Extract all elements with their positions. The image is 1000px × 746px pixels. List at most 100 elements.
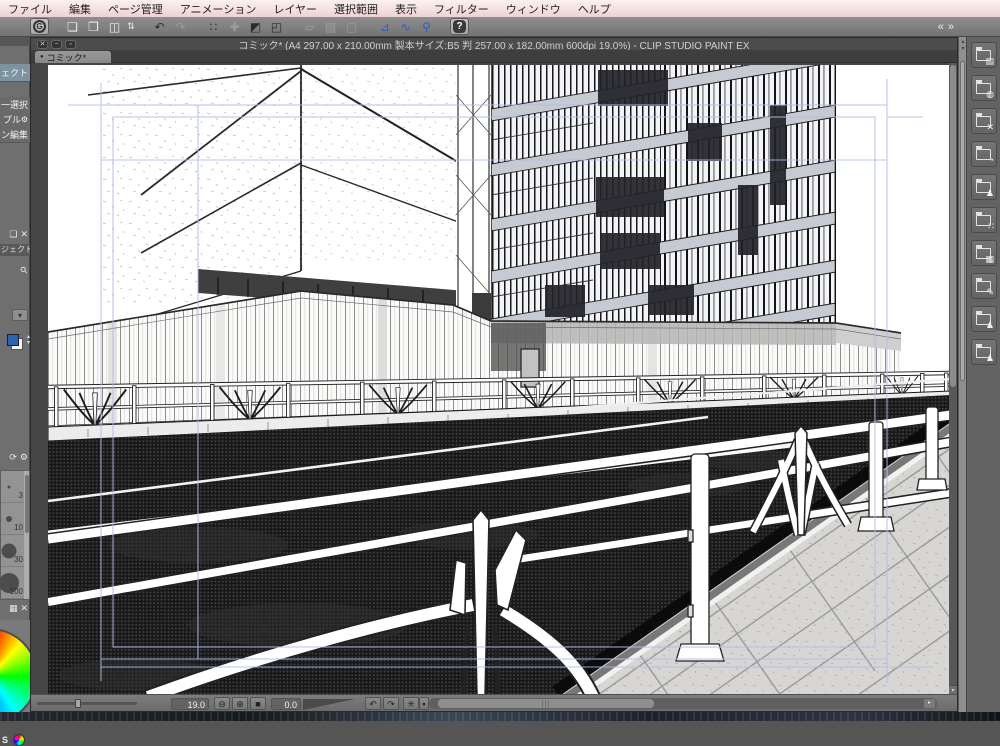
material-bar: ▤ ◍ ✕ ◔ ♟ ∷ ▦ ✎ ♟ ♟ [966,37,1000,712]
undo-icon: ↶ [154,19,165,34]
menu-edit[interactable]: 編集 [69,1,91,17]
settings-icon[interactable]: ⚙ [20,452,28,463]
dropdown-caret-icon[interactable]: ▾ [12,309,28,321]
property-dropdown-row: ▾ [0,309,30,323]
menu-layer[interactable]: レイヤー [273,1,317,17]
object-picker-icon: ◩ [249,19,262,34]
right-panel-scroll-strip[interactable]: ▴ ▾ [958,37,966,712]
refresh-icon[interactable]: ⟳ [9,452,17,463]
vscroll-thumb[interactable] [950,65,956,387]
material-button-scatter[interactable]: ∷ [971,207,997,233]
snap-curve-button[interactable]: ∿ [396,18,415,35]
material-button-edit[interactable]: ✎ [971,273,997,299]
snap-ruler-button[interactable]: ⊿ [375,18,394,35]
tab-comic[interactable]: ● コミック* [35,51,111,63]
subtool-label: ン編集 [0,130,28,140]
left-panel-header [0,37,30,46]
fit-to-window-button[interactable]: ■ [250,697,266,710]
reset-rotation-button[interactable]: ✳ [403,697,419,710]
grid-icon[interactable]: ▦ [9,603,18,614]
menu-page-manage[interactable]: ページ管理 [108,1,163,17]
open-file-button[interactable]: ❒ [84,18,103,35]
close-icon[interactable]: ✕ [37,39,48,49]
transform-button[interactable]: ◰ [267,18,286,35]
material-button-list[interactable]: ▤ [971,42,997,68]
hscroll-thumb[interactable]: ||| [438,699,654,708]
sphere-icon: ◔ [988,155,994,165]
hscroll-right-icon[interactable]: ▸ [924,699,935,708]
material-button-pose1[interactable]: ♟ [971,306,997,332]
subtool-item-line-edit[interactable]: ン編集 [0,127,30,143]
menu-view[interactable]: 表示 [395,1,417,17]
document-titlebar[interactable]: ✕ − ▫ コミック* (A4 297.00 x 210.00mm 製本サイズ:… [31,38,957,52]
rotation-value: 0.0 [271,697,301,710]
save-file-button[interactable]: ◫ [105,18,124,35]
move-button[interactable]: ✚ [225,18,244,35]
menu-window[interactable]: ウィンドウ [506,1,561,17]
menu-animation[interactable]: アニメーション [180,1,257,17]
zoom-slider-thumb[interactable] [75,699,81,708]
hscroll-grip-icon: ||| [541,701,551,708]
desktop-wallpaper-sliver [0,712,1000,721]
material-button-figure[interactable]: ♟ [971,174,997,200]
canvas-horizontal-scrollbar[interactable]: ||| ▸ [429,698,937,709]
rotate-ccw-button[interactable]: ↶ [365,697,381,710]
material-button-sphere[interactable]: ◔ [971,141,997,167]
snap-special-ruler-button[interactable]: ⚲ [417,18,436,35]
canvas-area[interactable] [31,63,951,696]
toolbar-collapse-right-icon[interactable]: » [948,21,954,33]
material-button-image[interactable]: ▦ [971,240,997,266]
subtool-item-object[interactable]: ェクト [0,64,30,82]
subtool-label: ェクト [0,68,28,78]
new-file-button[interactable]: ❏ [63,18,82,35]
mask-button-1[interactable]: ▱ [300,18,319,35]
open-file-icon: ❒ [88,19,99,34]
help-button[interactable]: ? [450,18,469,35]
snapshot-button[interactable]: ∷ [204,18,223,35]
transform-icon: ◰ [270,19,283,34]
rotation-slider[interactable] [303,699,355,710]
reset-view-button[interactable]: ▪ [419,697,429,710]
maximize-icon[interactable]: ▫ [65,39,76,49]
material-button-globe[interactable]: ◍ [971,75,997,101]
color-wheel-icon[interactable] [13,734,25,746]
color-wheel[interactable] [0,628,30,712]
brush-palette-actions: ⟳ ⚙ [0,452,30,463]
canvas-vertical-scrollbar[interactable]: ▾ [949,63,957,696]
menubar: ファイル 編集 ページ管理 アニメーション レイヤー 選択範囲 表示 フィルター… [0,0,1000,17]
canvas-page[interactable] [48,65,951,695]
clip-studio-logo-button[interactable]: G [30,18,49,35]
zoom-in-button[interactable]: ⊕ [232,697,248,710]
brush-size-label: 100 [9,587,23,596]
subtool-label: 一選択 [0,100,28,110]
menu-filter[interactable]: フィルター [434,1,489,17]
save-stepper-button[interactable]: ⇅ [126,18,136,35]
mask-button-2[interactable]: ▨ [321,18,340,35]
strip-thumb[interactable] [960,61,965,381]
menu-help[interactable]: ヘルプ [578,1,611,17]
subtool-item-select[interactable]: 一選択 [0,97,30,113]
material-button-cross[interactable]: ✕ [971,108,997,134]
zoom-out-button[interactable]: ⊖ [214,697,230,710]
help-icon: ? [453,20,466,33]
material-button-pose2[interactable]: ♟ [971,339,997,365]
undo-button[interactable]: ↶ [150,18,169,35]
trash-icon[interactable]: ✕ [20,229,28,240]
trash2-icon[interactable]: ✕ [20,603,28,614]
add-page-icon[interactable]: ❏ [9,229,17,240]
main-color-chip[interactable] [7,334,19,346]
minimize-icon[interactable]: − [51,39,62,49]
menu-selection[interactable]: 選択範囲 [334,1,378,17]
mask-icon-3: ▢ [345,19,358,34]
menu-file[interactable]: ファイル [8,1,52,17]
zoom-slider[interactable] [37,699,137,708]
subtool-item-sample[interactable]: プル ⚙ [0,112,30,128]
toolbar-collapse-left-icon[interactable]: « [938,21,944,33]
brush-size-label: 30 [14,555,23,564]
object-picker-button[interactable]: ◩ [246,18,265,35]
redo-button[interactable]: ↷ [171,18,190,35]
modified-dot-icon: ● [40,54,44,60]
rotate-cw-button[interactable]: ↷ [383,697,399,710]
brush-list-scrollbar[interactable] [24,471,29,599]
mask-button-3[interactable]: ▢ [342,18,361,35]
